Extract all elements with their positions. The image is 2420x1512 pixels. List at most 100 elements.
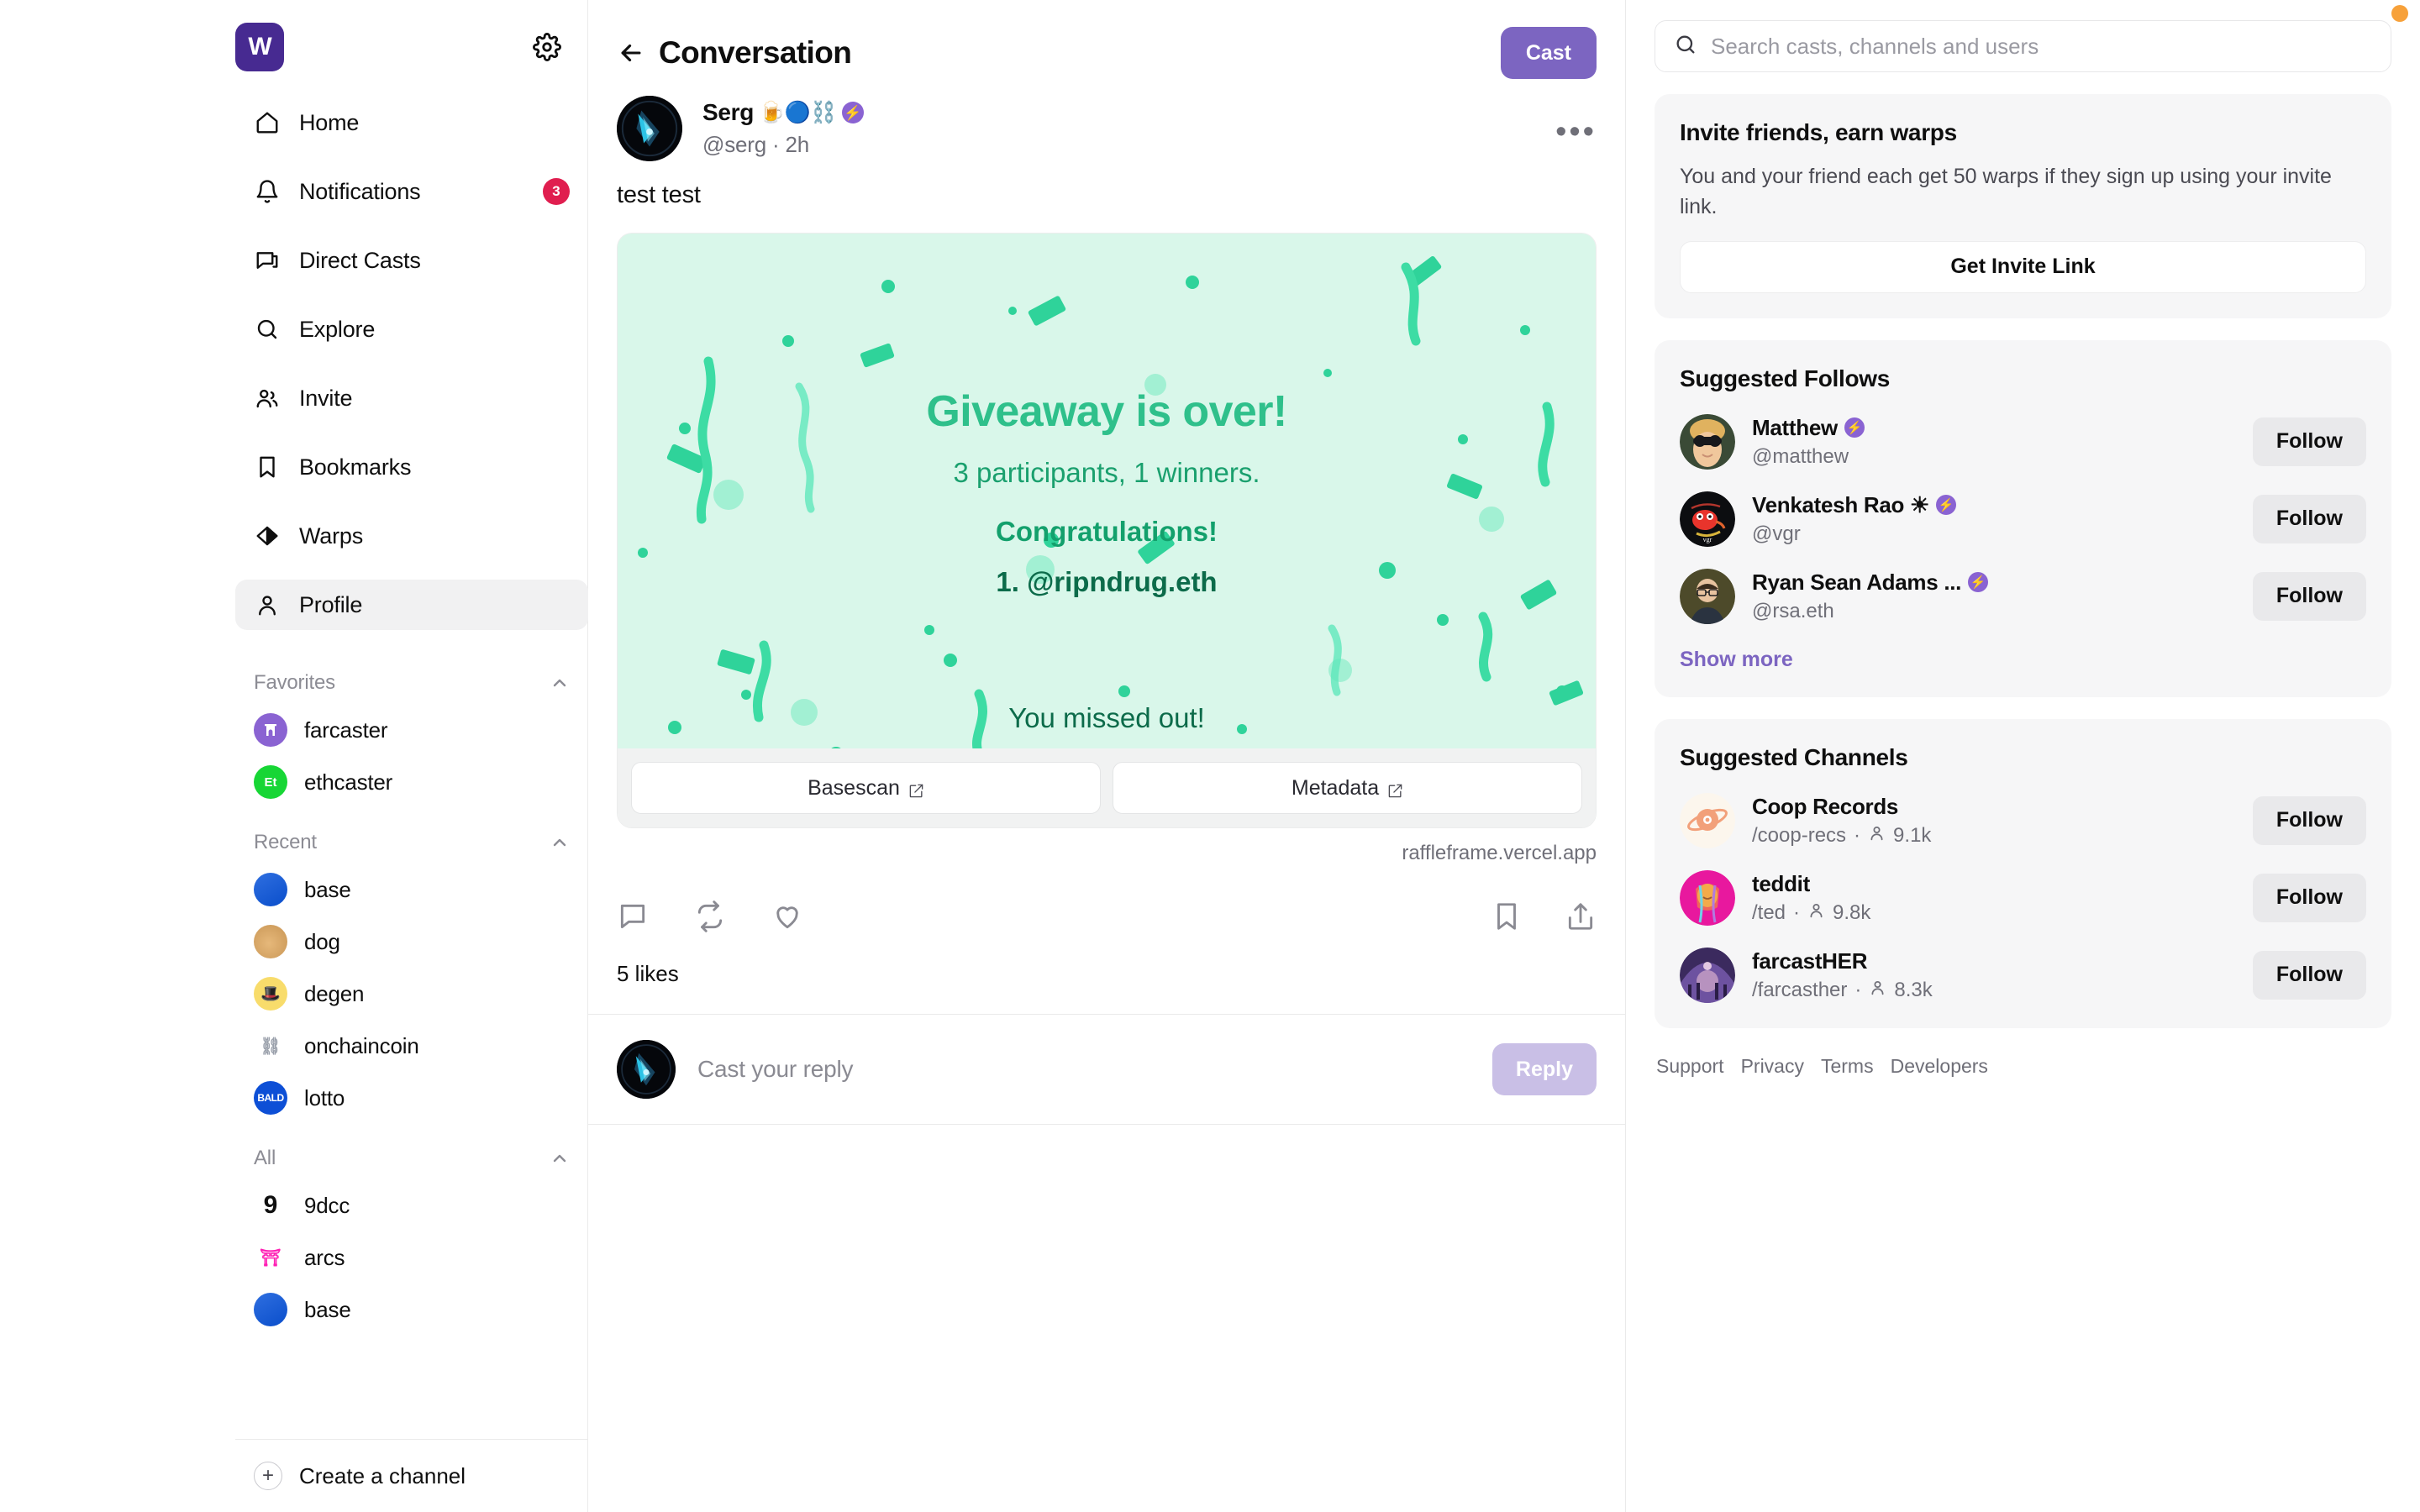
footer-link-terms[interactable]: Terms bbox=[1821, 1055, 1874, 1078]
frame-image[interactable]: Giveaway is over! 3 participants, 1 winn… bbox=[618, 234, 1596, 748]
gear-icon[interactable] bbox=[533, 33, 561, 61]
author-handle-row: @serg · 2h bbox=[702, 132, 864, 158]
section-header-recent[interactable]: Recent bbox=[235, 822, 588, 864]
list-item[interactable]: vgr Venkatesh Rao ☀ ⚡ @vgr Follow bbox=[1680, 491, 2366, 547]
channel-item-9dcc[interactable]: 9 9dcc bbox=[235, 1179, 588, 1231]
follow-button[interactable]: Follow bbox=[2252, 494, 2366, 543]
sidebar-item-home[interactable]: Home bbox=[235, 97, 588, 148]
follow-button[interactable]: Follow bbox=[2252, 795, 2366, 845]
follow-button[interactable]: Follow bbox=[2252, 950, 2366, 1000]
suggested-channels-card: Suggested Channels Coop Records /coop-re… bbox=[1655, 718, 2391, 1028]
power-badge-icon: ⚡ bbox=[1968, 572, 1989, 592]
search-bar[interactable] bbox=[1655, 20, 2391, 72]
reply-composer: Cast your reply Reply bbox=[588, 1014, 1625, 1125]
channel-item-degen[interactable]: 🎩 degen bbox=[235, 968, 588, 1020]
reply-input[interactable]: Cast your reply bbox=[697, 1056, 853, 1083]
follow-button[interactable]: Follow bbox=[2252, 571, 2366, 621]
channel-member-count: 8.3k bbox=[1894, 978, 1933, 1001]
list-item[interactable]: Ryan Sean Adams ... ⚡ @rsa.eth Follow bbox=[1680, 568, 2366, 624]
channel-meta: /ted · 9.8k bbox=[1752, 901, 1870, 925]
channel-list-scroll[interactable]: Favorites farcaster Et ethcaster Recent … bbox=[235, 648, 588, 1439]
recast-icon[interactable] bbox=[694, 900, 726, 932]
sidebar-item-label: Home bbox=[299, 109, 360, 135]
share-icon[interactable] bbox=[1565, 900, 1597, 932]
author-handle: @serg bbox=[702, 132, 766, 157]
sidebar-item-notifications[interactable]: Notifications 3 bbox=[235, 166, 588, 217]
rsa-avatar bbox=[1680, 568, 1735, 624]
channel-name: dog bbox=[304, 928, 340, 954]
channel-item-dog[interactable]: dog bbox=[235, 916, 588, 968]
list-item[interactable]: farcastHER /farcasther · 8.3k Follow bbox=[1680, 947, 2366, 1003]
author-name: Serg bbox=[702, 99, 755, 125]
sidebar-section-favorites: Favorites farcaster Et ethcaster bbox=[235, 662, 588, 808]
user-handle: @vgr bbox=[1752, 522, 1801, 545]
right-sidebar: Invite friends, earn warps You and your … bbox=[1626, 0, 2420, 1512]
sidebar-item-invite[interactable]: Invite bbox=[235, 373, 588, 423]
author-name-row: Serg 🍺🔵⛓️ ⚡ bbox=[702, 99, 864, 126]
frame-button-metadata[interactable]: Metadata bbox=[1113, 762, 1582, 814]
separator: · bbox=[1793, 900, 1801, 924]
channel-item-ethcaster[interactable]: Et ethcaster bbox=[235, 756, 588, 808]
like-heart-icon[interactable] bbox=[771, 900, 803, 932]
avatar[interactable] bbox=[617, 1040, 676, 1099]
get-invite-link-button[interactable]: Get Invite Link bbox=[1680, 240, 2366, 293]
channel-meta: /coop-recs · 9.1k bbox=[1752, 824, 1931, 848]
follow-button[interactable]: Follow bbox=[2252, 417, 2366, 466]
notification-badge: 3 bbox=[543, 178, 570, 205]
section-header-favorites[interactable]: Favorites bbox=[235, 662, 588, 704]
create-channel-button[interactable]: + Create a channel bbox=[254, 1462, 570, 1490]
footer-link-support[interactable]: Support bbox=[1656, 1055, 1724, 1078]
bookmark-icon[interactable] bbox=[1491, 900, 1523, 932]
frame-button-label: Basescan bbox=[808, 775, 900, 800]
user-name-row: Matthew ⚡ bbox=[1752, 415, 1865, 441]
sidebar-item-bookmarks[interactable]: Bookmarks bbox=[235, 442, 588, 492]
back-arrow-icon[interactable] bbox=[617, 39, 645, 67]
channel-name: farcaster bbox=[304, 717, 388, 743]
show-more-link[interactable]: Show more bbox=[1680, 648, 2366, 672]
sidebar-item-warps[interactable]: Warps bbox=[235, 511, 588, 561]
person-icon bbox=[1869, 979, 1886, 1002]
channel-item-base-2[interactable]: base bbox=[235, 1284, 588, 1336]
frame-button-basescan[interactable]: Basescan bbox=[631, 762, 1101, 814]
frame-congrats: Congratulations! bbox=[996, 516, 1218, 547]
avatar[interactable] bbox=[617, 96, 682, 161]
list-item[interactable]: teddit /ted · 9.8k Follow bbox=[1680, 869, 2366, 926]
user-handle: @matthew bbox=[1752, 444, 1849, 468]
warpcast-logo[interactable]: W bbox=[235, 23, 284, 71]
users-icon bbox=[254, 385, 281, 412]
channel-item-arcs[interactable]: ⛩ arcs bbox=[235, 1231, 588, 1284]
user-handle: @rsa.eth bbox=[1752, 599, 1834, 622]
sidebar-item-direct-casts[interactable]: Direct Casts bbox=[235, 235, 588, 286]
user-name: Ryan Sean Adams ... bbox=[1752, 569, 1962, 595]
follow-button[interactable]: Follow bbox=[2252, 873, 2366, 922]
sidebar-item-profile[interactable]: Profile bbox=[235, 580, 588, 630]
comment-icon[interactable] bbox=[617, 900, 649, 932]
channel-item-farcaster[interactable]: farcaster bbox=[235, 704, 588, 756]
search-input[interactable] bbox=[1711, 33, 2372, 60]
channel-item-lotto[interactable]: BALD lotto bbox=[235, 1072, 588, 1124]
arcs-avatar: ⛩ bbox=[254, 1241, 287, 1274]
chat-icon bbox=[254, 247, 281, 274]
frame-button-label: Metadata bbox=[1291, 775, 1380, 800]
channel-item-onchaincoin[interactable]: ⛓ onchaincoin bbox=[235, 1020, 588, 1072]
sidebar-item-explore[interactable]: Explore bbox=[235, 304, 588, 354]
reply-button[interactable]: Reply bbox=[1491, 1043, 1597, 1095]
list-item[interactable]: Coop Records /coop-recs · 9.1k Follow bbox=[1680, 792, 2366, 848]
list-item[interactable]: Matthew ⚡ @matthew Follow bbox=[1680, 413, 2366, 470]
section-header-all[interactable]: All bbox=[235, 1137, 588, 1179]
channel-item-base[interactable]: base bbox=[235, 864, 588, 916]
channel-name: ethcaster bbox=[304, 769, 393, 795]
footer-link-developers[interactable]: Developers bbox=[1891, 1055, 1988, 1078]
frame-domain[interactable]: raffleframe.vercel.app bbox=[617, 842, 1597, 865]
app-root: W Home Notifications 3 Direct Casts Expl… bbox=[0, 0, 2420, 1512]
channel-member-count: 9.8k bbox=[1833, 900, 1871, 924]
invite-card-body: You and your friend each get 50 warps if… bbox=[1680, 165, 2332, 219]
channel-slug: /farcasther bbox=[1752, 978, 1848, 1001]
footer-link-privacy[interactable]: Privacy bbox=[1741, 1055, 1804, 1078]
chevron-up-icon bbox=[550, 673, 570, 693]
teddit-avatar bbox=[1680, 869, 1735, 926]
cast-author-meta: Serg 🍺🔵⛓️ ⚡ @serg · 2h bbox=[702, 96, 864, 158]
more-options-icon[interactable]: ••• bbox=[1555, 96, 1597, 148]
cast-button[interactable]: Cast bbox=[1500, 27, 1597, 79]
sidebar-section-recent: Recent base dog 🎩 degen ⛓ onchaincoin BA… bbox=[235, 822, 588, 1124]
